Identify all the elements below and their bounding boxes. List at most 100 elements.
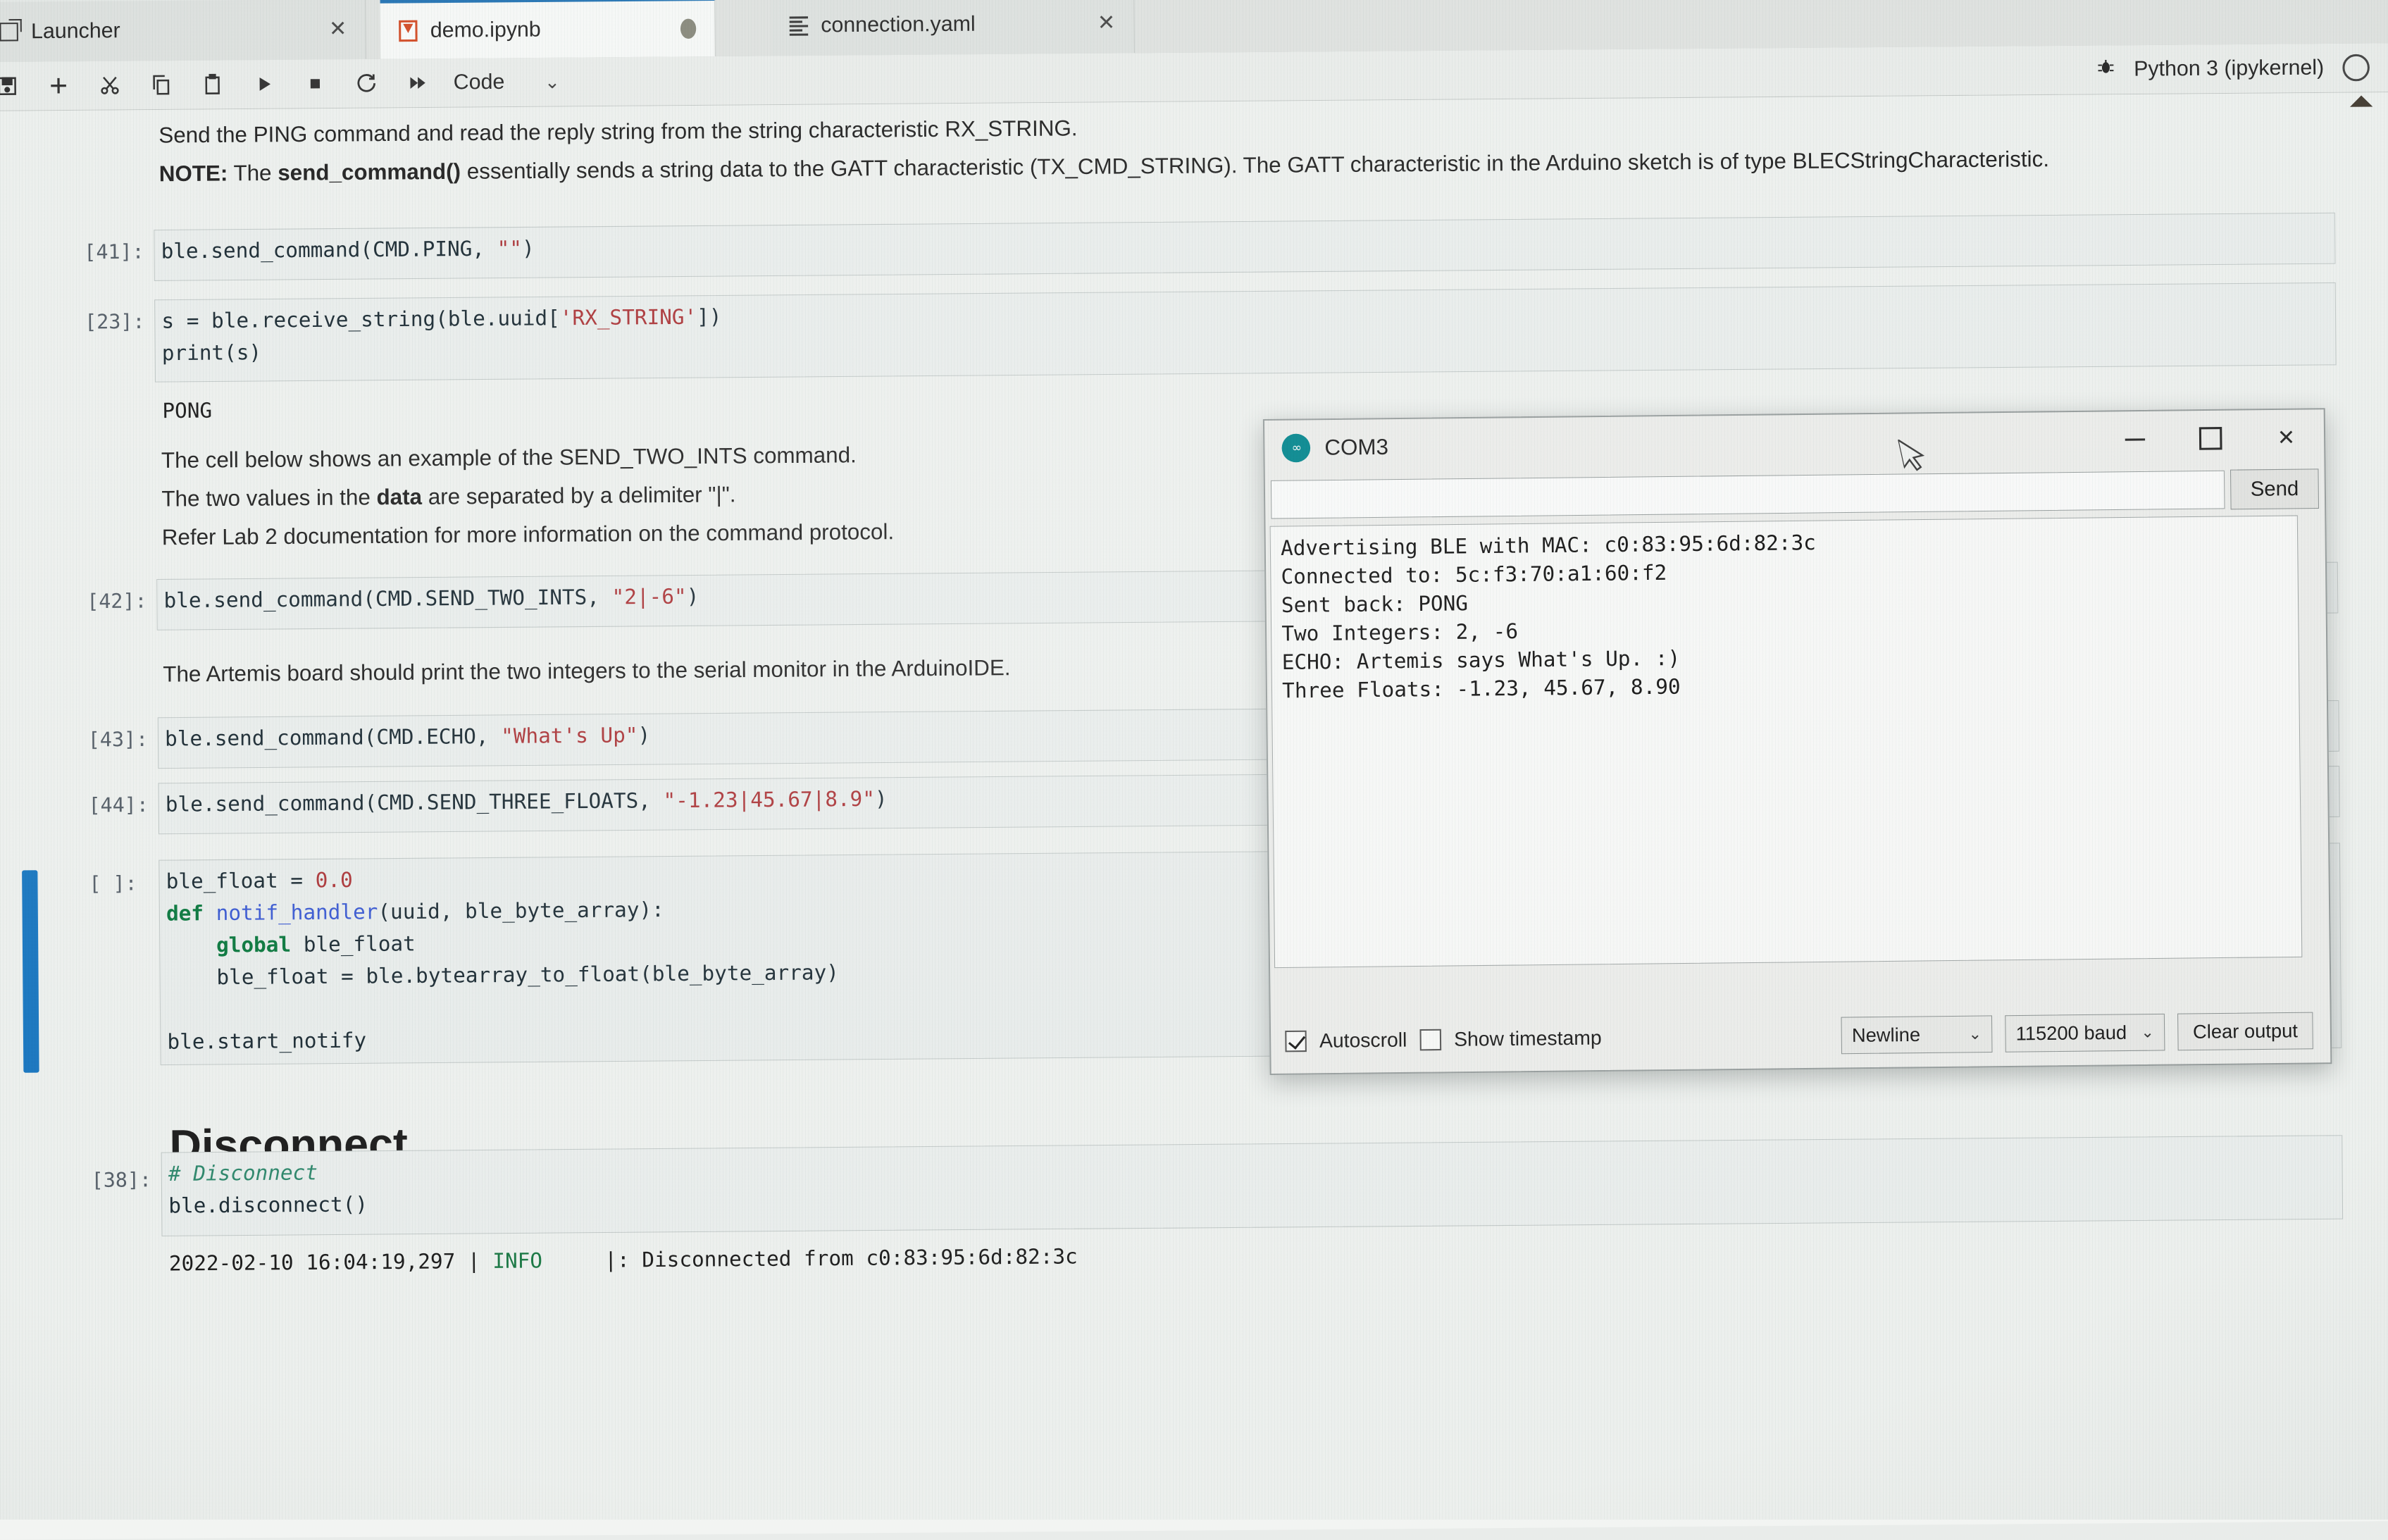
chevron-down-icon: ⌄ (2141, 1023, 2154, 1042)
cell-output-text: PONG (162, 395, 212, 427)
modified-dot-icon[interactable] (680, 19, 696, 39)
code-frag-end: ]) (697, 304, 722, 329)
show-timestamp-checkbox[interactable] (1419, 1029, 1441, 1051)
serial-monitor-window[interactable]: ∞ COM3 ✕ Send Advertising BLE with MAC: … (1263, 408, 2332, 1075)
run-icon[interactable] (238, 60, 290, 108)
cell-prompt: [38]: (92, 1168, 152, 1192)
code-cell-text: ble_float = 0.0 (166, 864, 352, 898)
chevron-down-icon: ⌄ (1968, 1025, 1982, 1044)
kernel-status-area: Python 3 (ipykernel) (2096, 54, 2388, 83)
kernel-idle-circle-icon[interactable] (2342, 54, 2370, 82)
autoscroll-label: Autoscroll (1319, 1029, 1407, 1052)
code-string: 'RX_STRING' (560, 304, 697, 330)
code-frag: ble.send_command(CMD.PING, (161, 236, 497, 263)
markdown-note: NOTE: The send_command() essentially sen… (159, 144, 2050, 191)
note-text-b: essentially sends a string data to the G… (461, 147, 2049, 184)
stop-icon[interactable] (290, 59, 341, 108)
tab-launcher-close-icon[interactable]: ✕ (329, 18, 347, 40)
code-number: 0.0 (316, 868, 353, 893)
cell-prompt: [23]: (85, 310, 145, 334)
active-cell-indicator (22, 870, 39, 1073)
paste-icon[interactable] (187, 60, 238, 108)
code-string: "What's Up" (501, 723, 638, 748)
screen-surface: Launcher ✕ demo.ipynb connection.yaml ✕ (0, 0, 2388, 1540)
code-cell-text: def notif_handler(uuid, ble_byte_array): (166, 894, 664, 930)
code-frag-end: ) (875, 786, 888, 811)
code-frag: (uuid, ble_byte_array): (378, 898, 664, 924)
md-bold: data (376, 484, 422, 509)
maximize-icon[interactable] (2172, 410, 2249, 466)
note-prefix: NOTE: (159, 161, 228, 186)
code-cell-text: ble.send_command(CMD.ECHO, "What's Up") (165, 719, 650, 755)
tab-connection-yaml[interactable]: connection.yaml ✕ (771, 0, 1135, 56)
code-cell-text: global ble_float (166, 928, 416, 962)
restart-kernel-icon[interactable] (341, 59, 392, 108)
tab-connection-label: connection.yaml (821, 12, 976, 37)
cell-prompt: [41]: (84, 240, 144, 263)
tab-connection-close-icon[interactable]: ✕ (1097, 13, 1116, 35)
code-frag: ble.send_command(CMD.SEND_TWO_INTS, (163, 585, 611, 612)
log-level: INFO (492, 1248, 542, 1273)
markdown-text: The cell below shows an example of the S… (161, 440, 857, 477)
code-cell-comment: # Disconnect (168, 1157, 318, 1190)
clear-output-button[interactable]: Clear output (2177, 1012, 2313, 1051)
cut-icon[interactable] (84, 61, 135, 109)
serial-input-field[interactable] (1271, 471, 2225, 519)
arduino-logo-icon: ∞ (1281, 434, 1310, 463)
tab-demo-ipynb[interactable]: demo.ipynb (380, 0, 716, 59)
code-comment: # Disconnect (168, 1160, 318, 1186)
serial-monitor-titlebar[interactable]: ∞ COM3 ✕ (1264, 409, 2325, 476)
tab-launcher-label: Launcher (31, 19, 120, 44)
run-all-icon[interactable] (392, 58, 443, 107)
md-frag-a: The two values in the (161, 485, 376, 511)
serial-send-row: Send (1265, 466, 2325, 521)
baud-rate-value: 115200 baud (2015, 1022, 2127, 1045)
code-cell-text: s = ble.receive_string(ble.uuid['RX_STRI… (161, 301, 721, 337)
copy-icon[interactable] (135, 61, 187, 109)
show-timestamp-label: Show timestamp (1454, 1026, 1602, 1051)
line-ending-value: Newline (1852, 1024, 1921, 1046)
code-keyword: global (166, 932, 291, 957)
cell-type-select[interactable]: Code (454, 70, 505, 95)
yaml-file-icon (790, 15, 809, 37)
save-icon[interactable] (0, 62, 33, 111)
serial-monitor-footer: Autoscroll Show timestamp Newline ⌄ 1152… (1275, 1005, 2323, 1066)
md-frag-b: are separated by a delimiter "|". (422, 482, 736, 509)
markdown-text: The Artemis board should print the two i… (163, 652, 1011, 691)
code-cell-text: ble.send_command(CMD.SEND_THREE_FLOATS, … (166, 783, 888, 821)
cell-prompt: [ ]: (89, 871, 137, 895)
serial-monitor-title: COM3 (1324, 434, 1388, 460)
log-message: |: Disconnected from c0:83:95:6d:82:3c (542, 1244, 1078, 1272)
chevron-down-icon[interactable]: ⌄ (545, 70, 560, 93)
code-frag-end: ) (638, 723, 650, 747)
autoscroll-checkbox[interactable] (1285, 1031, 1307, 1052)
code-cell-text: print(s) (162, 337, 262, 370)
code-string: "" (497, 236, 523, 261)
cell-prompt: [44]: (88, 793, 149, 817)
code-cell-text: ble.disconnect() (168, 1188, 368, 1222)
close-icon[interactable]: ✕ (2248, 409, 2324, 466)
markdown-text: Refer Lab 2 documentation for more infor… (162, 516, 895, 554)
send-button[interactable]: Send (2230, 468, 2319, 509)
log-sep: | (455, 1249, 492, 1274)
window-controls: ✕ (2097, 409, 2325, 467)
code-string: "-1.23|45.67|8.9" (663, 787, 875, 813)
log-timestamp: 2022-02-10 16:04:19,297 (169, 1249, 456, 1276)
minimize-icon[interactable] (2097, 411, 2173, 468)
baud-rate-select[interactable]: 115200 baud ⌄ (2005, 1014, 2165, 1052)
line-ending-select[interactable]: Newline ⌄ (1841, 1015, 1992, 1054)
code-frag: ble.send_command(CMD.ECHO, (165, 724, 501, 751)
scroll-up-arrow-icon[interactable] (2350, 95, 2373, 106)
serial-output-console[interactable]: Advertising BLE with MAC: c0:83:95:6d:82… (1270, 515, 2303, 968)
code-frag: ble_float (291, 931, 416, 957)
code-cell-input[interactable] (161, 1135, 2344, 1236)
code-cell-text: ble.send_command(CMD.PING, "") (161, 232, 534, 268)
code-frag-end: ) (686, 584, 699, 609)
bug-icon[interactable] (2096, 58, 2115, 82)
add-cell-icon[interactable] (32, 61, 84, 110)
tab-launcher[interactable]: Launcher ✕ (0, 0, 366, 62)
kernel-name-label[interactable]: Python 3 (ipykernel) (2134, 56, 2324, 82)
code-function: notif_handler (204, 900, 378, 925)
notebook-icon (399, 20, 418, 42)
markdown-text: Send the PING command and read the reply… (158, 113, 1078, 152)
